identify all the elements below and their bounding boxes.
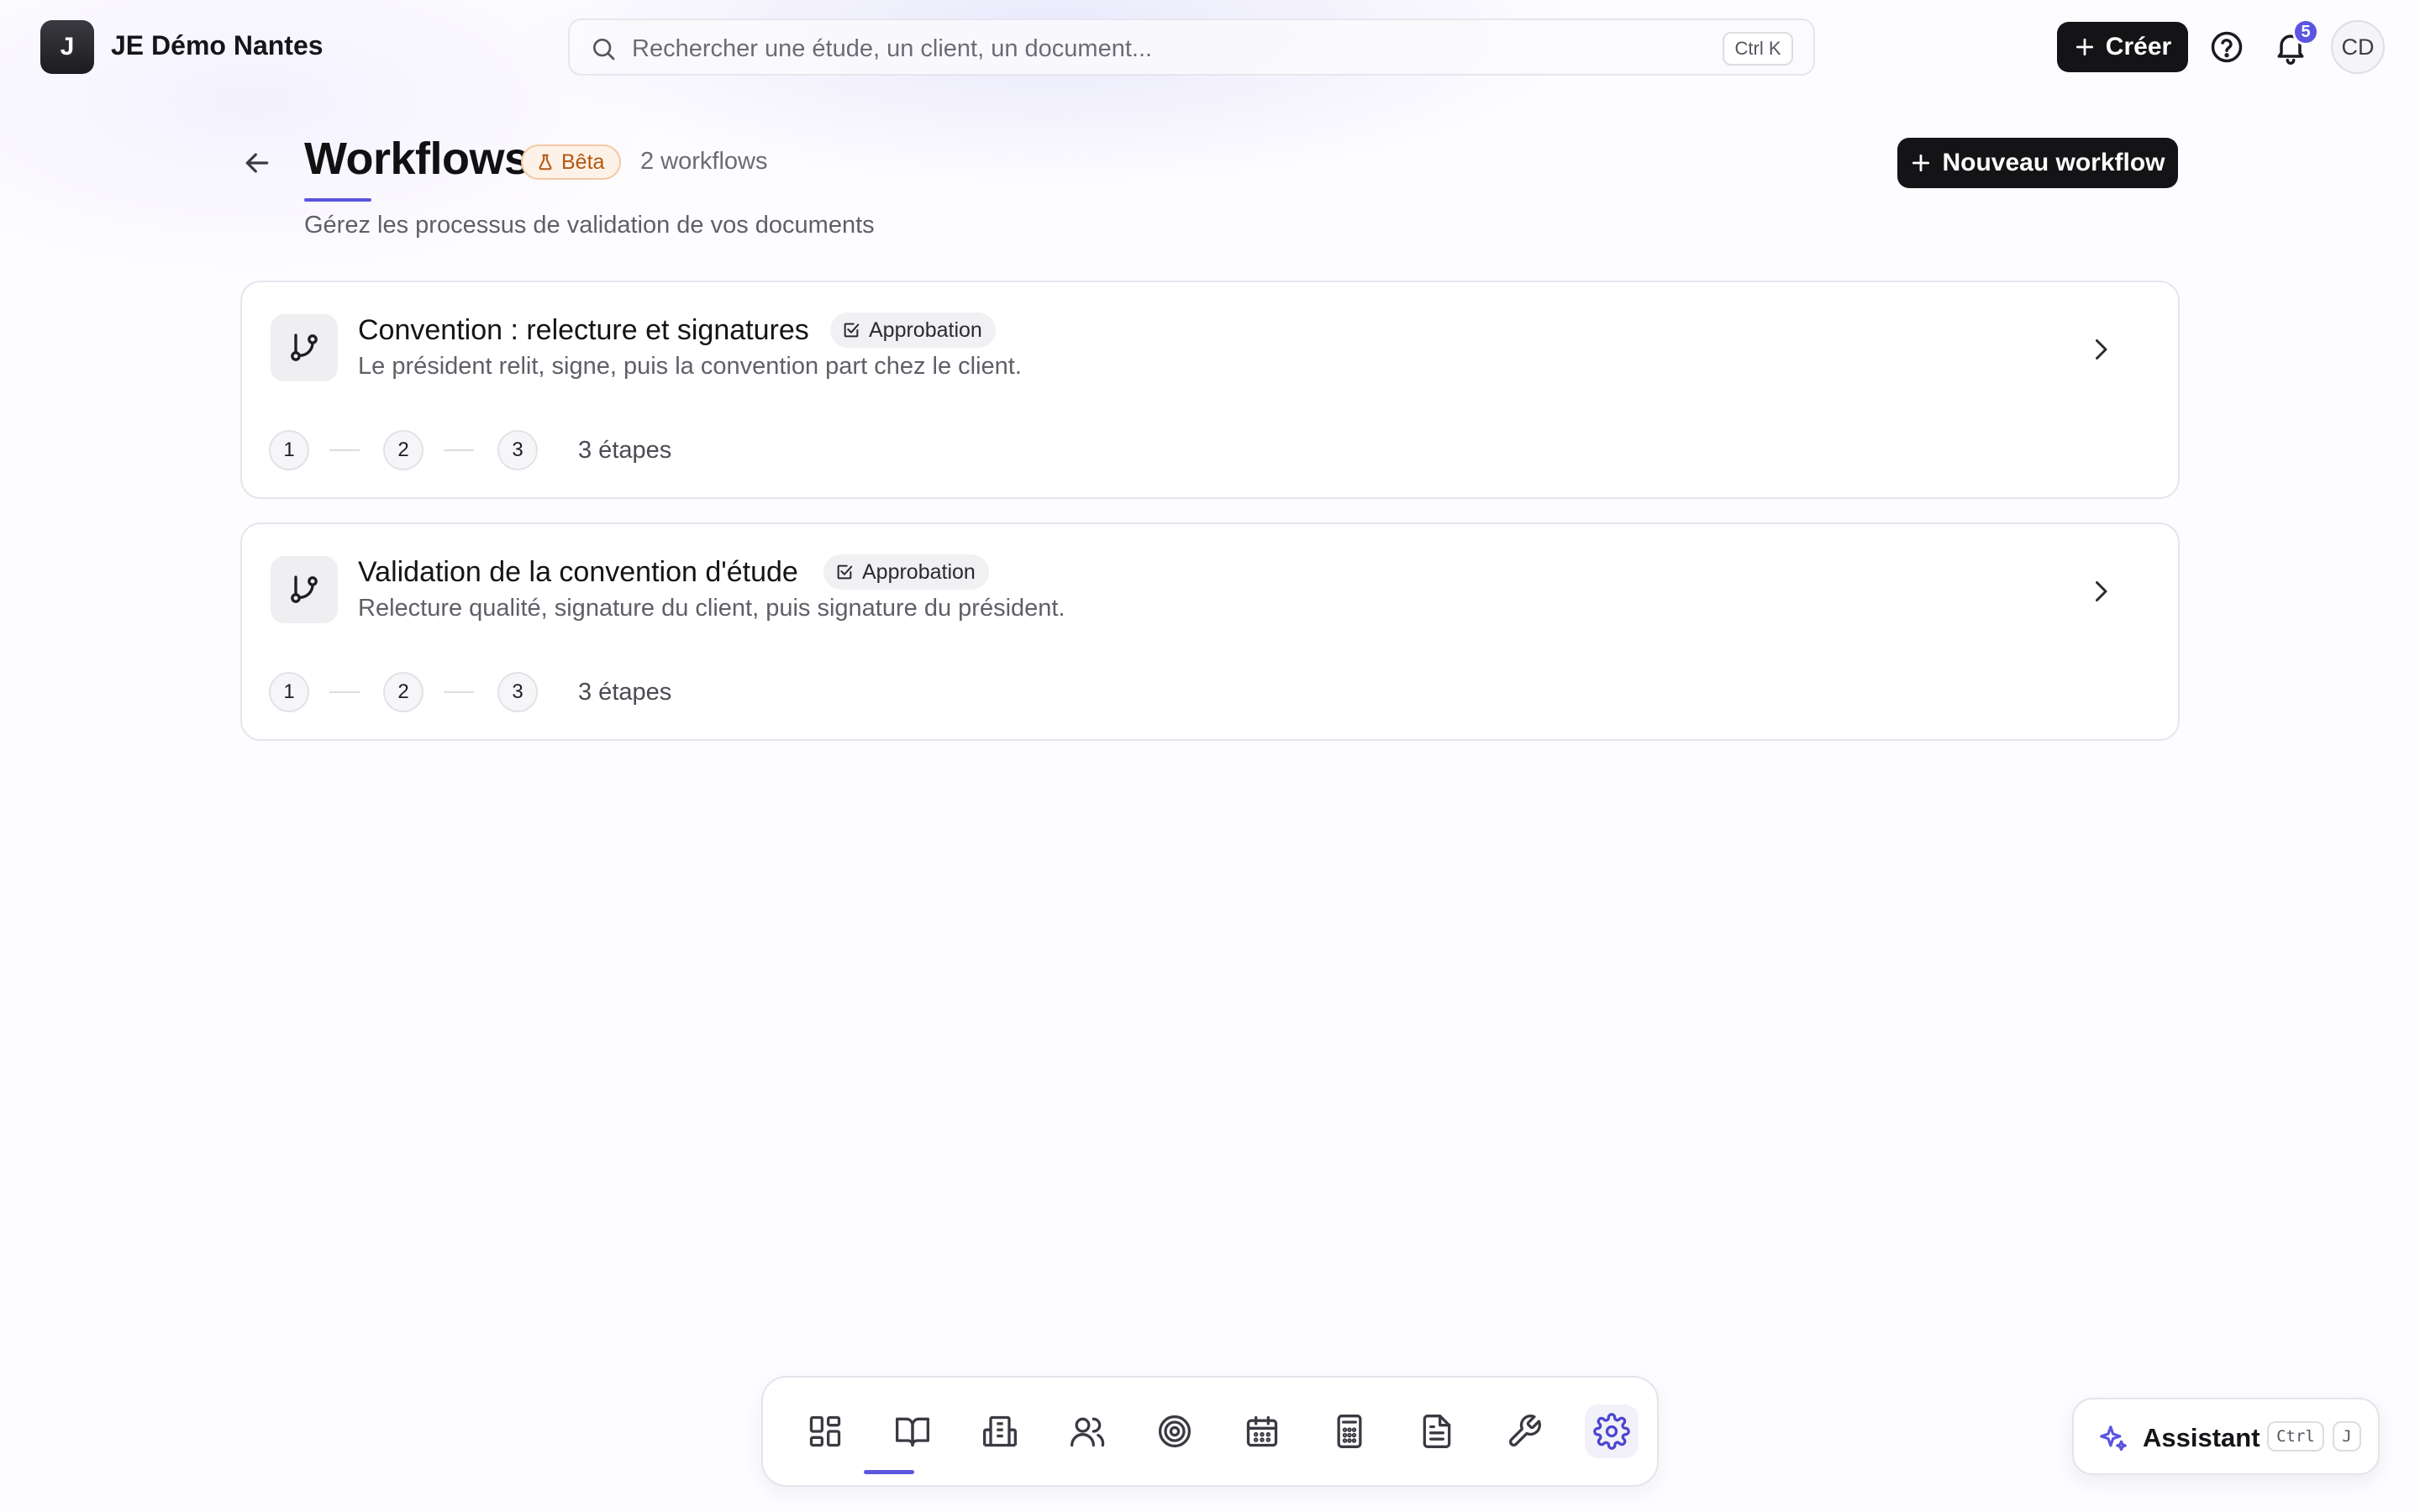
workflow-steps: 1 2 3 3 étapes bbox=[269, 672, 671, 712]
shortcut-key-ctrl: Ctrl bbox=[2267, 1421, 2324, 1452]
approval-badge: Approbation bbox=[823, 554, 989, 590]
settings-icon[interactable] bbox=[1585, 1404, 1639, 1458]
calendar-icon[interactable] bbox=[1235, 1404, 1289, 1458]
building-icon[interactable] bbox=[973, 1404, 1027, 1458]
flask-icon bbox=[536, 153, 555, 171]
git-branch-icon bbox=[271, 556, 338, 623]
step-connector bbox=[444, 449, 474, 451]
steps-count: 3 étapes bbox=[578, 436, 672, 464]
users-icon[interactable] bbox=[1060, 1404, 1114, 1458]
workspace-logo[interactable]: J bbox=[40, 20, 94, 74]
new-workflow-label: Nouveau workflow bbox=[1942, 149, 2165, 176]
back-arrow-icon[interactable] bbox=[240, 146, 274, 180]
step-connector bbox=[329, 691, 360, 693]
workflow-steps: 1 2 3 3 étapes bbox=[269, 430, 671, 470]
sparkles-icon bbox=[2097, 1423, 2129, 1455]
document-icon[interactable] bbox=[1410, 1404, 1464, 1458]
workflow-title: Convention : relecture et signatures bbox=[358, 314, 809, 346]
help-icon[interactable] bbox=[2208, 29, 2245, 66]
workflow-card[interactable]: Convention : relecture et signatures App… bbox=[240, 281, 2180, 499]
create-label: Créer bbox=[2105, 33, 2172, 60]
search-shortcut: Ctrl K bbox=[1723, 32, 1793, 66]
calculator-icon[interactable] bbox=[1323, 1404, 1376, 1458]
create-button[interactable]: Créer bbox=[2057, 22, 2188, 72]
avatar[interactable]: CD bbox=[2331, 20, 2385, 74]
plus-icon bbox=[1910, 152, 1932, 174]
dashboard-icon[interactable] bbox=[798, 1404, 852, 1458]
page-title: Workflows bbox=[304, 134, 529, 184]
page-subtitle: Gérez les processus de validation de vos… bbox=[304, 212, 875, 239]
workflow-title: Validation de la convention d'étude bbox=[358, 556, 798, 588]
top-bar: J JE Démo Nantes Rechercher une étude, u… bbox=[0, 0, 2420, 94]
active-indicator bbox=[864, 1470, 914, 1474]
plus-icon bbox=[2074, 36, 2096, 58]
git-branch-icon bbox=[271, 314, 338, 381]
step-connector bbox=[329, 449, 360, 451]
check-square-icon bbox=[835, 563, 854, 581]
notification-badge: 5 bbox=[2292, 18, 2319, 45]
workflow-count: 2 workflows bbox=[640, 148, 768, 175]
step-3: 3 bbox=[497, 430, 538, 470]
assistant-label: Assistant bbox=[2143, 1423, 2260, 1452]
check-square-icon bbox=[842, 321, 860, 339]
wrench-icon[interactable] bbox=[1497, 1404, 1551, 1458]
target-icon[interactable] bbox=[1148, 1404, 1202, 1458]
title-underline bbox=[304, 198, 371, 202]
search-icon bbox=[590, 35, 617, 62]
new-workflow-button[interactable]: Nouveau workflow bbox=[1897, 138, 2178, 188]
workflow-card[interactable]: Validation de la convention d'étude Appr… bbox=[240, 522, 2180, 741]
workflow-description: Le président relit, signe, puis la conve… bbox=[358, 353, 1022, 380]
chevron-right-icon[interactable] bbox=[2086, 333, 2116, 366]
step-2: 2 bbox=[383, 430, 424, 470]
beta-badge: Bêta bbox=[521, 144, 622, 180]
beta-label: Bêta bbox=[561, 150, 605, 174]
assistant-button[interactable]: Assistant Ctrl J bbox=[2072, 1398, 2380, 1475]
workflow-description: Relecture qualité, signature du client, … bbox=[358, 595, 1065, 622]
approval-label: Approbation bbox=[862, 559, 976, 584]
approval-badge: Approbation bbox=[830, 312, 996, 348]
workspace-name[interactable]: JE Démo Nantes bbox=[111, 30, 324, 61]
shortcut-key-j: J bbox=[2333, 1421, 2361, 1452]
search-input[interactable]: Rechercher une étude, un client, un docu… bbox=[632, 35, 1152, 63]
search-bar[interactable]: Rechercher une étude, un client, un docu… bbox=[568, 18, 1815, 76]
step-3: 3 bbox=[497, 672, 538, 712]
step-2: 2 bbox=[383, 672, 424, 712]
step-connector bbox=[444, 691, 474, 693]
book-icon[interactable] bbox=[886, 1404, 939, 1458]
step-1: 1 bbox=[269, 430, 309, 470]
chevron-right-icon[interactable] bbox=[2086, 575, 2116, 608]
step-1: 1 bbox=[269, 672, 309, 712]
approval-label: Approbation bbox=[869, 318, 982, 342]
steps-count: 3 étapes bbox=[578, 678, 672, 706]
